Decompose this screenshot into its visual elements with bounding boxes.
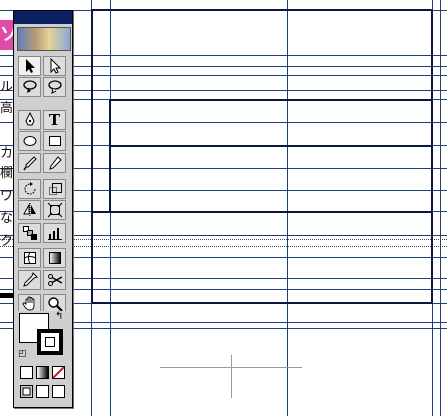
toolbox-palette[interactable]: T ↰ ◰	[13, 10, 73, 408]
fill-stroke-area: ↰ ◰	[18, 311, 70, 361]
scissors-tool[interactable]	[43, 270, 66, 290]
rectangle-icon	[48, 136, 61, 146]
graph-tool[interactable]	[43, 223, 66, 243]
hand-icon	[22, 296, 34, 311]
reflect-icon	[22, 203, 36, 217]
pen-icon	[24, 112, 35, 126]
screen-mode-full-button[interactable]	[52, 385, 65, 398]
swap-fill-stroke-icon[interactable]: ↰	[55, 311, 63, 322]
gradient-tool[interactable]	[43, 248, 66, 268]
gradient-icon	[48, 252, 61, 264]
direct-selection-arrow-icon	[50, 58, 61, 74]
pen-tool[interactable]	[18, 110, 41, 130]
default-colors-icon[interactable]: ◰	[18, 349, 27, 359]
stroke-swatch[interactable]	[37, 329, 63, 355]
gradient-mode-button[interactable]	[36, 366, 49, 379]
screen-mode-menubar-button[interactable]	[36, 385, 49, 398]
table-border-right	[431, 9, 433, 304]
ellipse-icon	[23, 136, 36, 146]
rectangle-tool[interactable]	[43, 131, 66, 151]
rotate-icon	[24, 182, 35, 195]
blend-icon	[22, 226, 37, 240]
blend-tool[interactable]	[18, 223, 41, 243]
table-inner-left	[109, 99, 111, 211]
gradient-mesh-tool[interactable]	[18, 248, 41, 268]
selection-arrow-icon	[25, 59, 35, 73]
table-border-left	[91, 9, 93, 304]
type-icon: T	[48, 110, 61, 129]
zoom-icon	[47, 297, 63, 312]
direct-lasso-icon	[47, 80, 62, 94]
color-mode-button[interactable]	[20, 366, 33, 379]
scissors-icon	[47, 274, 62, 286]
toolbox-titlebar[interactable]	[14, 11, 72, 24]
table-row-rule	[109, 145, 433, 147]
lasso-icon	[22, 80, 37, 93]
brush-tool[interactable]	[18, 153, 41, 173]
none-mode-button[interactable]	[52, 366, 65, 379]
table-row-rule	[91, 211, 433, 213]
selection-tool[interactable]	[18, 56, 41, 76]
mesh-icon	[23, 251, 36, 265]
table-border-top	[91, 9, 433, 11]
reflect-tool[interactable]	[18, 200, 41, 220]
ellipse-tool[interactable]	[18, 131, 41, 151]
stroke-swatch-inner	[45, 337, 55, 347]
rotate-tool[interactable]	[18, 179, 41, 199]
eyedropper-tool[interactable]	[18, 270, 41, 290]
free-transform-icon	[47, 202, 62, 218]
lasso-tool[interactable]	[18, 77, 41, 97]
none-icon	[53, 367, 64, 378]
direct-lasso-tool[interactable]	[43, 77, 66, 97]
brush-icon	[22, 156, 37, 171]
screen-mode-standard-button[interactable]	[20, 385, 33, 398]
graph-icon	[47, 228, 62, 240]
pencil-icon	[48, 156, 62, 170]
table-border-bottom	[91, 302, 433, 304]
scale-tool[interactable]	[43, 179, 66, 199]
app-logo-icon[interactable]	[17, 27, 71, 51]
type-tool[interactable]: T	[43, 110, 66, 130]
screen-mode-standard-icon	[22, 387, 31, 396]
table-row-rule	[109, 99, 433, 101]
pencil-tool[interactable]	[43, 153, 66, 173]
free-transform-tool[interactable]	[43, 200, 66, 220]
direct-selection-tool[interactable]	[43, 56, 66, 76]
eyedropper-icon	[22, 272, 38, 287]
page-logo-fragment: ソ	[0, 20, 14, 50]
scale-icon	[48, 183, 62, 195]
